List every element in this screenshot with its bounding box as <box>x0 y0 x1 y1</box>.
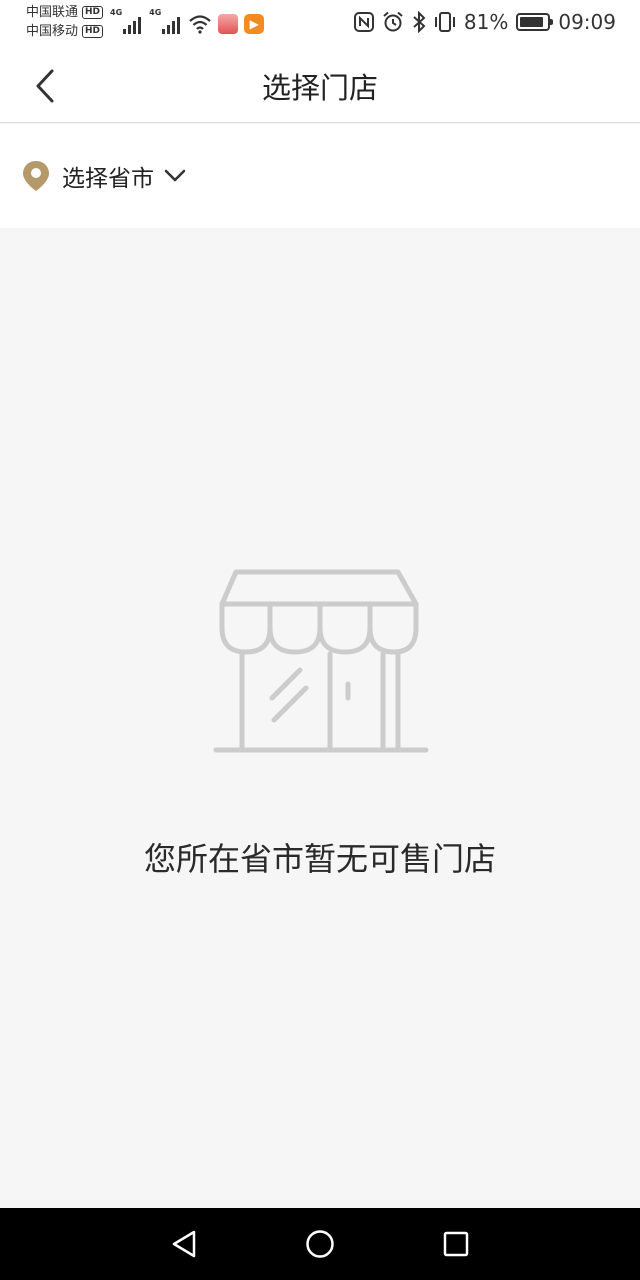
signal-icon <box>162 17 181 34</box>
alarm-icon <box>383 11 403 32</box>
carrier-2: 中国移动 HD <box>26 22 104 41</box>
empty-state-message: 您所在省市暂无可售门店 <box>143 840 496 878</box>
chevron-down-icon <box>164 169 186 183</box>
carrier-info: 中国联通 HD 中国移动 HD <box>26 3 104 41</box>
video-app-icon: ▶ <box>244 14 265 34</box>
nav-home-button[interactable] <box>295 1219 345 1269</box>
wifi-icon <box>189 15 212 34</box>
battery-fill <box>520 17 543 27</box>
clock: 09:09 <box>558 10 616 34</box>
hd-badge: HD <box>82 25 104 38</box>
nav-recent-button[interactable] <box>431 1219 481 1269</box>
location-pin-icon <box>23 161 49 191</box>
province-selector[interactable]: 选择省市 <box>22 158 186 194</box>
store-icon <box>213 569 429 753</box>
header: 选择门店 <box>0 46 640 123</box>
hd-badge: HD <box>82 6 104 19</box>
selector-bar: 选择省市 <box>0 124 640 228</box>
battery-icon <box>516 13 554 31</box>
network-type-label: 4G <box>110 8 123 17</box>
status-left-icons: 4G 4G ▶ <box>110 8 270 34</box>
network-type-label: 4G <box>149 8 162 17</box>
province-selector-label: 选择省市 <box>62 166 154 192</box>
status-right: 81% 09:09 <box>346 9 616 35</box>
status-bar: 中国联通 HD 中国移动 HD 4G 4G ▶ 81% 09:09 <box>0 0 640 46</box>
carrier-name: 中国移动 <box>26 24 79 39</box>
screen: 中国联通 HD 中国移动 HD 4G 4G ▶ 81% 09:09 选择门店 选… <box>0 0 640 1280</box>
signal-icon <box>123 17 142 34</box>
nav-back-button[interactable] <box>159 1219 209 1269</box>
carrier-name: 中国联通 <box>26 5 79 20</box>
notification-app-icon <box>218 14 239 34</box>
empty-state: 您所在省市暂无可售门店 <box>0 228 640 1208</box>
vibrate-icon <box>434 12 455 32</box>
square-recent-icon <box>443 1231 469 1257</box>
page-title: 选择门店 <box>261 71 378 105</box>
triangle-back-icon <box>172 1230 196 1258</box>
circle-home-icon <box>306 1230 334 1258</box>
navigation-bar <box>0 1208 640 1280</box>
carrier-1: 中国联通 HD <box>26 3 104 22</box>
nfc-icon <box>353 12 374 32</box>
battery-percentage: 81% <box>463 10 509 34</box>
bluetooth-icon <box>413 11 426 33</box>
